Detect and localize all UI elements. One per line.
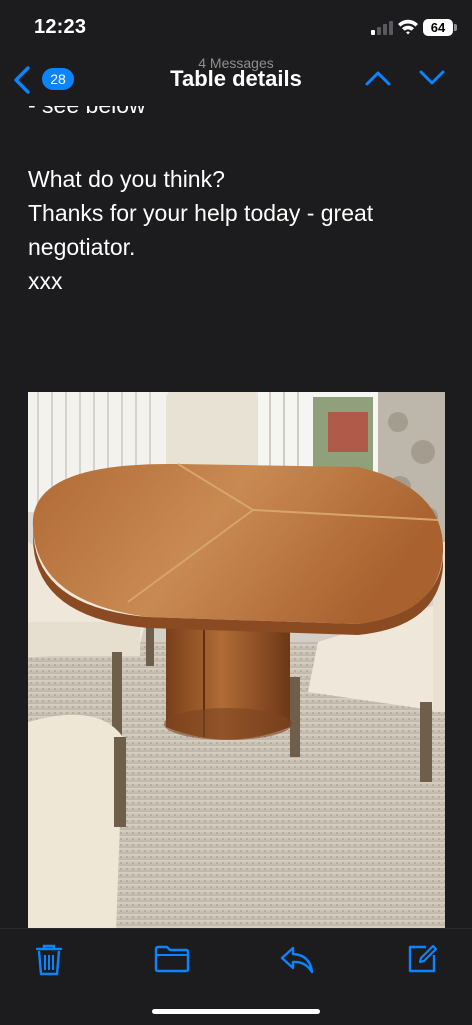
next-message-icon[interactable]	[418, 68, 446, 88]
cellular-signal-icon	[371, 21, 393, 35]
message-line: What do you think?	[28, 166, 225, 192]
message-body: - see below What do you think? Thanks fo…	[0, 106, 472, 928]
folder-icon[interactable]	[154, 945, 190, 973]
reply-icon[interactable]	[279, 945, 315, 975]
message-line: Thanks for your help today - great	[28, 200, 374, 226]
nav-bar: 28 4 Messages Table details	[0, 54, 472, 106]
status-time: 12:23	[34, 16, 87, 38]
message-text: What do you think? Thanks for your help …	[28, 162, 448, 298]
previous-message-icon[interactable]	[364, 68, 392, 88]
compose-icon[interactable]	[406, 943, 438, 975]
battery-indicator: 64	[423, 19, 453, 36]
message-line: negotiator.	[28, 234, 136, 260]
attached-table-photo[interactable]	[28, 392, 445, 928]
message-line: xxx	[28, 268, 63, 294]
trash-icon[interactable]	[34, 943, 64, 977]
home-indicator[interactable]	[152, 1009, 320, 1014]
battery-cap	[454, 24, 457, 31]
wifi-icon	[398, 19, 418, 35]
cut-off-text: - see below	[28, 106, 146, 119]
status-bar: 12:23 64	[0, 0, 472, 54]
thread-title: Table details	[170, 66, 302, 91]
